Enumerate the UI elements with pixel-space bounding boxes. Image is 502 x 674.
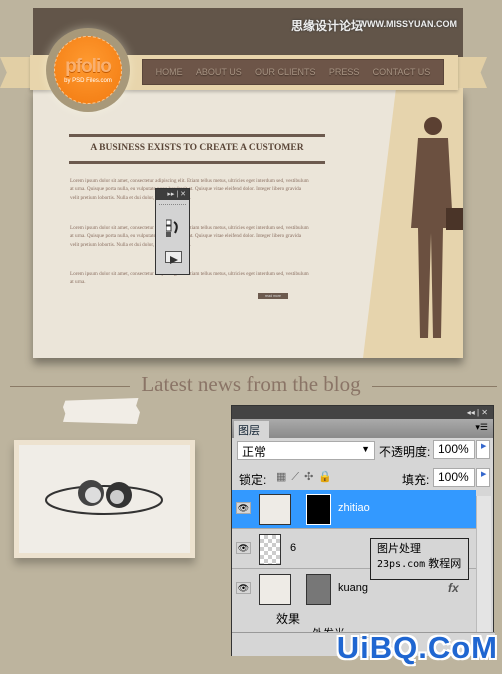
lock-icons[interactable]: ▦⟋✣🔒 <box>276 470 337 484</box>
opacity-input[interactable]: 100% <box>433 440 475 459</box>
paper-tape <box>63 398 140 424</box>
blend-mode-value: 正常 <box>242 445 267 459</box>
blend-mode-select[interactable]: 正常 ▼ <box>237 441 375 460</box>
fill-label: 填充: <box>402 473 430 487</box>
history-icon[interactable] <box>165 219 180 237</box>
layer-name: zhitiao <box>338 502 370 514</box>
opacity-slider-button[interactable]: ▶ <box>476 440 490 459</box>
main-nav: HOME ABOUT US OUR CLIENTS PRESS CONTACT … <box>142 59 444 85</box>
eye-icon[interactable]: 👁 <box>236 502 251 514</box>
play-icon[interactable] <box>165 251 182 264</box>
watermark-url: WWW.MISSYUAN.COM <box>358 19 458 29</box>
nav-contact-us[interactable]: CONTACT US <box>373 67 431 77</box>
layer-name: kuang <box>338 582 368 594</box>
watermark-cn: 思缘设计论坛 <box>290 19 363 33</box>
fill-input[interactable]: 100% <box>433 468 475 487</box>
actions-mini-panel: ▸▸ | ✕ <box>155 188 190 275</box>
lock-label: 锁定: <box>239 473 267 487</box>
section-heading: A BUSINESS EXISTS TO CREATE A CUSTOMER <box>90 143 304 153</box>
logo[interactable]: pfolio by PSD Files.com <box>46 28 130 112</box>
watermark-uibq: UiBQ.CoM <box>336 630 498 665</box>
ribbon-right-end <box>455 57 487 88</box>
panel-controls[interactable]: ◂◂ | ✕ <box>232 406 493 419</box>
layer-mask <box>306 574 331 605</box>
blog-title-rule-right <box>372 386 497 387</box>
nav-press[interactable]: PRESS <box>329 67 360 77</box>
nav-about-us[interactable]: ABOUT US <box>196 67 242 77</box>
layer-thumbnail <box>259 494 291 525</box>
mini-panel-controls[interactable]: ▸▸ | ✕ <box>156 189 189 200</box>
ribbon-left-end <box>0 57 34 88</box>
tab-layers[interactable]: 图层 <box>234 421 269 438</box>
grip[interactable] <box>159 204 186 205</box>
vintage-man-illustration <box>411 117 463 338</box>
paragraph: Lorem ipsum dolor sit amet, consectetur … <box>70 178 309 201</box>
heading-rule-bottom <box>69 161 325 164</box>
effects-label: 效果 <box>276 612 301 626</box>
opacity-label: 不透明度: <box>379 445 431 459</box>
fx-icon[interactable]: fx <box>448 581 459 595</box>
read-more-button[interactable]: read more <box>258 293 288 299</box>
cherubs-engraving <box>45 480 163 515</box>
paragraph: Lorem ipsum dolor sit amet, consectetur … <box>70 225 309 248</box>
nav-our-clients[interactable]: OUR CLIENTS <box>255 67 316 77</box>
layer-thumbnail <box>259 534 281 565</box>
eye-icon[interactable]: 👁 <box>236 582 251 594</box>
fill-slider-button[interactable]: ▶ <box>476 468 490 487</box>
logo-name: pfolio <box>65 56 112 77</box>
content-page: A BUSINESS EXISTS TO CREATE A CUSTOMER L… <box>33 88 463 358</box>
blog-title: Latest news from the blog <box>141 372 361 396</box>
watermark-line: 图片处理 <box>377 543 421 555</box>
illustration-panel <box>363 88 463 358</box>
layer-name: 6 <box>290 542 297 554</box>
blog-photo[interactable] <box>14 440 195 558</box>
layer-thumbnail <box>259 574 291 605</box>
chevron-down-icon: ▼ <box>361 444 370 454</box>
paragraph: Lorem ipsum dolor sit amet, consectetur … <box>70 271 309 286</box>
layer-mask <box>306 494 331 525</box>
watermark-line: 教程网 <box>428 558 462 570</box>
layers-scrollbar[interactable] <box>476 496 491 641</box>
watermark-line: 23ps.com <box>377 559 426 570</box>
layers-panel: ◂◂ | ✕ 图层 ▾☰ 正常 ▼ 不透明度: 100% ▶ 锁定: ▦⟋✣🔒 … <box>231 405 495 656</box>
nav-home[interactable]: HOME <box>156 67 183 77</box>
watermark-note: 图片处理 23ps.com 教程网 <box>370 538 469 580</box>
logo-sub: by PSD Files.com <box>64 78 112 84</box>
layer-row-zhitiao[interactable]: 👁 zhitiao <box>232 490 476 529</box>
panel-menu-icon[interactable]: ▾☰ <box>475 422 488 433</box>
heading-rule-top <box>69 134 325 137</box>
eye-icon[interactable]: 👁 <box>236 542 251 554</box>
logo-badge: pfolio by PSD Files.com <box>54 36 122 104</box>
panel-tab-bar: 图层 ▾☰ <box>232 419 493 438</box>
